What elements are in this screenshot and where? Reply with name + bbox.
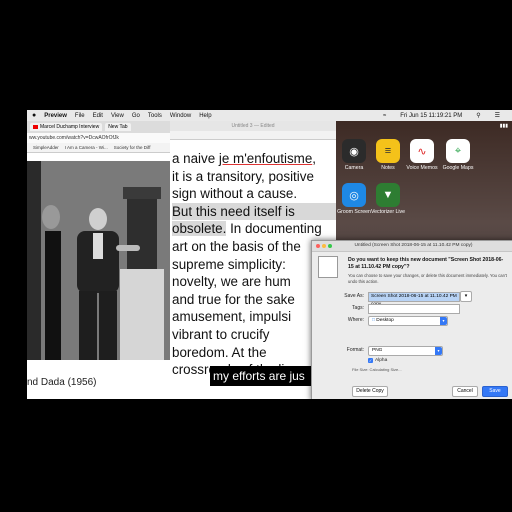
save-as-field[interactable]: Screen Shot 2018-06-15 at 11.10.42 PM co…: [368, 292, 460, 307]
search-icon[interactable]: ⚲: [476, 112, 480, 119]
video-player[interactable]: [27, 161, 177, 371]
text-line: a naive je m'enfoutisme,: [172, 151, 316, 166]
text-line: obsolete. In documenting: [172, 221, 322, 237]
where-select[interactable]: □ Desktop ▾: [368, 316, 448, 326]
menu-list-icon[interactable]: ☰: [495, 112, 500, 119]
chevron-down-icon: ▾: [435, 347, 442, 355]
where-label: Where:: [347, 317, 364, 323]
text-line: sign without a cause.: [172, 186, 298, 202]
document-icon: [318, 256, 338, 278]
google-maps-icon[interactable]: ⌖: [446, 139, 470, 163]
bookmark-item[interactable]: Society for the Diff: [114, 145, 151, 150]
wifi-icon[interactable]: ≈: [383, 113, 386, 119]
save-as-label: Save As:: [344, 293, 364, 299]
format-label: Format:: [346, 347, 364, 353]
file-size: File Size: Calculating Size...: [352, 367, 402, 372]
bookmark-item[interactable]: I Am a Camera - Wi...: [65, 145, 108, 150]
save-button[interactable]: Save: [482, 386, 508, 397]
status-area: ≈ Fri Jun 15 11:19:21 PM ⚲ ☰: [383, 110, 508, 121]
alpha-label: Alpha: [375, 358, 388, 363]
expand-button[interactable]: ▾: [460, 291, 472, 302]
close-icon[interactable]: [316, 244, 320, 248]
dialog-question: Do you want to keep this new document "S…: [348, 257, 504, 270]
menu-help[interactable]: Help: [199, 113, 211, 119]
screen: ● Preview File Edit View Go Tools Window…: [27, 110, 512, 399]
vectorizer-live-icon[interactable]: ▼: [376, 183, 400, 207]
minimize-icon[interactable]: [322, 244, 326, 248]
menu-view[interactable]: View: [111, 113, 124, 119]
tab-youtube[interactable]: Marcel Duchamp Interview: [30, 123, 103, 131]
folder-icon: □: [372, 318, 375, 323]
menu-file[interactable]: File: [75, 113, 85, 119]
text-line: it is a transitory, positive: [172, 168, 314, 184]
address-bar[interactable]: ww.youtube.com/watch?v=DcwAOfrOfJk: [27, 133, 177, 143]
tab-new[interactable]: New Tab: [105, 123, 131, 131]
menu-bar: ● Preview File Edit View Go Tools Window…: [27, 110, 512, 121]
notes-icon[interactable]: ≡: [376, 139, 400, 163]
window-controls: [316, 244, 332, 248]
video-caption: nd Dada (1956): [27, 377, 97, 388]
format-select[interactable]: PNG ▾: [368, 346, 443, 356]
menu-edit[interactable]: Edit: [93, 113, 103, 119]
battery-icon: ▮▮▮: [499, 122, 508, 129]
zoom-icon[interactable]: [328, 244, 332, 248]
tags-field[interactable]: [368, 304, 460, 314]
app-label-google-maps: Google Maps: [442, 165, 474, 171]
delete-copy-button[interactable]: Delete Copy: [352, 386, 388, 397]
chevron-down-icon: ▾: [440, 317, 447, 325]
menu-window[interactable]: Window: [170, 113, 191, 119]
menu-go[interactable]: Go: [132, 113, 140, 119]
youtube-icon: [33, 124, 38, 129]
dialog-title: Untitled (Screen Shot 2018-06-15 at 11.1…: [312, 241, 512, 252]
video-frame: [27, 161, 177, 371]
clock[interactable]: Fri Jun 15 11:19:21 PM: [400, 113, 462, 119]
tab-bar: Marcel Duchamp Interview New Tab: [27, 121, 177, 133]
tags-label: Tags:: [352, 305, 364, 311]
menu-tools[interactable]: Tools: [148, 113, 162, 119]
bookmarks-bar: SimpleAdder I Am a Camera - Wi... Societ…: [27, 143, 177, 153]
app-menu-preview[interactable]: Preview: [44, 113, 67, 119]
phone-status-bar: ▮▮▮: [336, 121, 512, 130]
save-dialog: Untitled (Screen Shot 2018-06-15 at 11.1…: [311, 240, 512, 399]
bookmark-item[interactable]: SimpleAdder: [33, 145, 59, 150]
apple-menu-icon[interactable]: ●: [32, 112, 36, 119]
dialog-message: You can choose to save your changes, or …: [348, 273, 507, 284]
app-label-vectorizer-live: Vectorizer Live: [370, 209, 406, 215]
text-line: But this need itself is: [172, 202, 338, 221]
camera-icon[interactable]: ◉: [342, 139, 366, 163]
cancel-button[interactable]: Cancel: [452, 386, 478, 397]
app-label-voice-memos: Voice Memos: [406, 165, 438, 171]
groom-screen-icon[interactable]: ◎: [342, 183, 366, 207]
editor-ruler: [170, 131, 336, 140]
editor-title: Untitled 3 — Edited: [170, 121, 336, 131]
voice-memos-icon[interactable]: ∿: [410, 139, 434, 163]
alpha-checkbox[interactable]: ✓: [368, 358, 373, 363]
browser-window: Marcel Duchamp Interview New Tab ww.yout…: [27, 121, 177, 399]
